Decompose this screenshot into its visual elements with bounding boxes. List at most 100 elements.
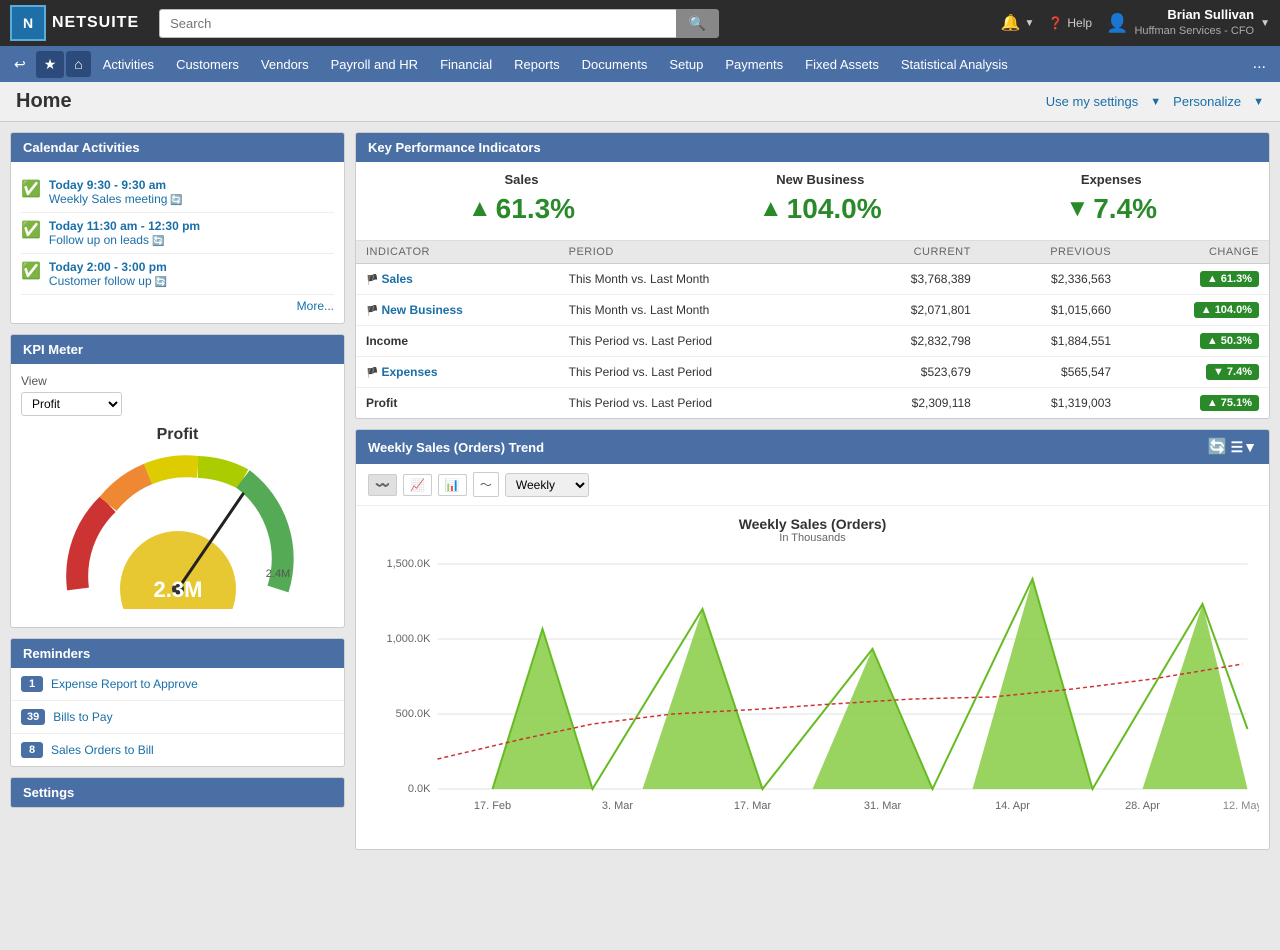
th-current: CURRENT: [842, 241, 981, 264]
kpi-metric-expenses: Expenses ▼ 7.4%: [1065, 172, 1157, 225]
navbar: ↩ ★ ⌂ Activities Customers Vendors Payro…: [0, 46, 1280, 82]
kpi-metric-newbiz-value: ▲ 104.0%: [759, 193, 882, 225]
th-period: PERIOD: [559, 241, 842, 264]
nav-item-vendors[interactable]: Vendors: [251, 51, 319, 78]
nav-back-button[interactable]: ↩: [6, 51, 34, 78]
reminders-title: Reminders: [23, 646, 90, 661]
nav-item-payments[interactable]: Payments: [715, 51, 793, 78]
activity-desc-2[interactable]: Follow up on leads: [49, 233, 149, 247]
change-badge-5: ▲ 75.1%: [1200, 395, 1259, 411]
reminder-label-3[interactable]: Sales Orders to Bill: [51, 743, 154, 757]
help-button[interactable]: ❓ Help: [1048, 16, 1092, 30]
kpi-metrics: Sales ▲ 61.3% New Business ▲ 104.0% Expe…: [356, 162, 1269, 241]
topbar-right: 🔔 ▼ ❓ Help 👤 Brian Sullivan Huffman Serv…: [1001, 7, 1270, 38]
chart-type-bar[interactable]: 📊: [438, 474, 467, 496]
kpi-metric-expenses-value: ▼ 7.4%: [1065, 193, 1157, 225]
search-bar: 🔍: [159, 9, 719, 38]
nav-item-documents[interactable]: Documents: [572, 51, 658, 78]
right-panel: Key Performance Indicators Sales ▲ 61.3%…: [355, 132, 1270, 850]
left-panel: Calendar Activities ✅ Today 9:30 - 9:30 …: [10, 132, 345, 850]
kpi-meter-widget: KPI Meter View Profit Sales Expenses Pro…: [10, 334, 345, 628]
user-name: Brian Sullivan: [1134, 7, 1254, 24]
svg-text:2.3M: 2.3M: [153, 577, 202, 602]
kpi-metric-expenses-num: 7.4%: [1093, 193, 1157, 225]
nav-more-button[interactable]: ...: [1245, 55, 1274, 73]
chart-type-combo[interactable]: 〜: [473, 472, 499, 497]
calendar-header: Calendar Activities: [11, 133, 344, 162]
activity-time-2[interactable]: Today 11:30 am - 12:30 pm: [49, 219, 200, 233]
notifications-arrow: ▼: [1025, 18, 1035, 29]
calendar-widget: Calendar Activities ✅ Today 9:30 - 9:30 …: [10, 132, 345, 324]
reminders-header: Reminders: [11, 639, 344, 668]
row3-previous: $1,884,551: [981, 326, 1121, 357]
flag-icon-4: 🏴: [366, 368, 378, 379]
calendar-body: ✅ Today 9:30 - 9:30 am Weekly Sales meet…: [11, 162, 344, 323]
nav-home-button[interactable]: ⌂: [66, 51, 90, 77]
user-avatar-icon: 👤: [1106, 13, 1128, 34]
check-icon-2: ✅: [21, 220, 41, 240]
activity-time-3[interactable]: Today 2:00 - 3:00 pm: [49, 260, 167, 274]
reminder-label-1[interactable]: Expense Report to Approve: [51, 677, 198, 691]
user-menu-arrow: ▼: [1260, 18, 1270, 29]
reminder-item-1: 1 Expense Report to Approve: [11, 668, 344, 701]
change-badge-4: ▼ 7.4%: [1206, 364, 1259, 380]
search-input[interactable]: [159, 9, 676, 38]
svg-text:0.0K: 0.0K: [408, 783, 431, 795]
logo-icon: N: [10, 5, 46, 41]
chart-type-area[interactable]: 〰️: [368, 474, 397, 496]
activity-content-3: Today 2:00 - 3:00 pm Customer follow up🔄: [49, 260, 167, 288]
svg-text:12. May: 12. May: [1223, 800, 1259, 812]
row4-period: This Period vs. Last Period: [559, 357, 842, 388]
notifications-button[interactable]: 🔔 ▼: [1001, 13, 1035, 33]
table-row: 🏴New Business This Month vs. Last Month …: [356, 295, 1269, 326]
kpi-metric-sales-value: ▲ 61.3%: [468, 193, 575, 225]
calendar-more-link[interactable]: More...: [297, 299, 334, 313]
chart-header: Weekly Sales (Orders) Trend 🔄 ☰▼: [356, 430, 1269, 464]
kpi-header: Key Performance Indicators: [356, 133, 1269, 162]
nav-item-payroll[interactable]: Payroll and HR: [321, 51, 428, 78]
nav-item-fixed-assets[interactable]: Fixed Assets: [795, 51, 889, 78]
nav-item-customers[interactable]: Customers: [166, 51, 249, 78]
activity-desc-1[interactable]: Weekly Sales meeting: [49, 192, 168, 206]
search-button[interactable]: 🔍: [676, 9, 719, 38]
chart-refresh-icon[interactable]: 🔄: [1208, 437, 1228, 457]
chart-header-title: Weekly Sales (Orders) Trend: [368, 440, 544, 455]
nav-item-reports[interactable]: Reports: [504, 51, 570, 78]
nav-favorites-button[interactable]: ★: [36, 51, 65, 78]
reminder-label-2[interactable]: Bills to Pay: [53, 710, 112, 724]
kpi-view-select[interactable]: Profit Sales Expenses: [21, 392, 122, 416]
nav-item-setup[interactable]: Setup: [659, 51, 713, 78]
help-icon: ❓: [1048, 16, 1063, 30]
svg-text:17. Mar: 17. Mar: [734, 800, 772, 812]
personalize-link[interactable]: Personalize: [1173, 94, 1241, 109]
user-info: Brian Sullivan Huffman Services - CFO: [1134, 7, 1254, 38]
change-badge-2: ▲ 104.0%: [1194, 302, 1259, 318]
user-menu[interactable]: 👤 Brian Sullivan Huffman Services - CFO …: [1106, 7, 1270, 38]
kpi-table-header-row: INDICATOR PERIOD CURRENT PREVIOUS CHANGE: [356, 241, 1269, 264]
reminder-item-2: 39 Bills to Pay: [11, 701, 344, 734]
th-indicator: INDICATOR: [356, 241, 559, 264]
table-row: Profit This Period vs. Last Period $2,30…: [356, 388, 1269, 419]
kpi-meter-header: KPI Meter: [11, 335, 344, 364]
nav-item-activities[interactable]: Activities: [93, 51, 164, 78]
activity-refresh-2[interactable]: 🔄: [152, 236, 164, 247]
th-change: CHANGE: [1121, 241, 1269, 264]
row5-period: This Period vs. Last Period: [559, 388, 842, 419]
settings-header[interactable]: Settings: [11, 778, 344, 807]
row5-current: $2,309,118: [842, 388, 981, 419]
reminder-count-2: 39: [21, 709, 45, 725]
activity-refresh-3[interactable]: 🔄: [155, 277, 167, 288]
chart-type-line[interactable]: 📈: [403, 474, 432, 496]
row3-name: Income: [356, 326, 559, 357]
activity-refresh-1[interactable]: 🔄: [170, 195, 182, 206]
row1-change: ▲ 61.3%: [1121, 264, 1269, 295]
activity-desc-3[interactable]: Customer follow up: [49, 274, 152, 288]
reminder-count-1: 1: [21, 676, 43, 692]
nav-item-financial[interactable]: Financial: [430, 51, 502, 78]
gauge-title: Profit: [21, 426, 334, 444]
period-select[interactable]: Weekly Monthly Quarterly: [505, 473, 589, 497]
nav-item-statistical-analysis[interactable]: Statistical Analysis: [891, 51, 1018, 78]
activity-time-1[interactable]: Today 9:30 - 9:30 am: [49, 178, 183, 192]
chart-menu-icon[interactable]: ☰▼: [1231, 439, 1257, 456]
use-my-settings-link[interactable]: Use my settings: [1046, 94, 1138, 109]
